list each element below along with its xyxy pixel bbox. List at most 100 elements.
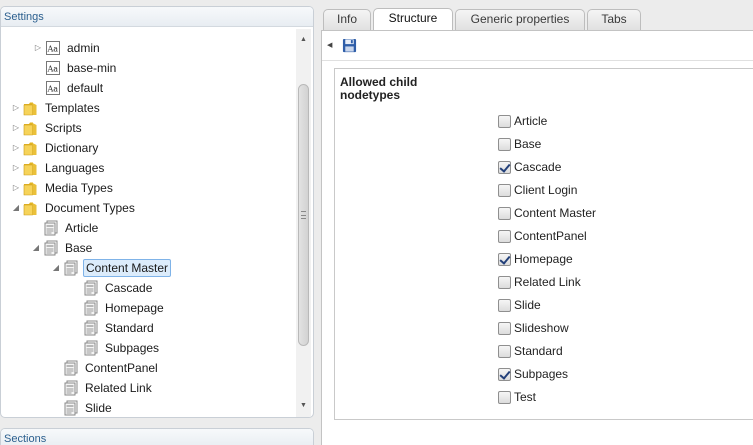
- tree-item-label[interactable]: Slide: [83, 398, 114, 417]
- nodetype-option-label[interactable]: Article: [514, 114, 547, 128]
- expanded-arrow-icon[interactable]: ◢: [11, 203, 21, 213]
- tree-scrollbar[interactable]: ▲ ▼: [296, 29, 311, 417]
- checkbox[interactable]: [498, 229, 511, 243]
- checkbox[interactable]: [498, 137, 511, 151]
- checkbox[interactable]: [498, 298, 511, 312]
- tree-item[interactable]: ▷ Dictionary: [11, 138, 100, 158]
- expand-arrow-icon[interactable]: ▷: [11, 143, 21, 153]
- nodetype-option[interactable]: Standard: [498, 342, 563, 360]
- nodetype-option-label[interactable]: Base: [514, 137, 541, 151]
- tab-info[interactable]: Info: [323, 9, 371, 30]
- tree-item-label[interactable]: Related Link: [83, 378, 154, 398]
- nodetype-option-label[interactable]: Homepage: [514, 252, 573, 266]
- scroll-down-icon[interactable]: ▼: [296, 399, 311, 413]
- save-icon[interactable]: [342, 38, 357, 53]
- nodetype-option-label[interactable]: Test: [514, 390, 536, 404]
- checkbox[interactable]: [498, 275, 511, 289]
- tree-item[interactable]: ◢ Base: [31, 238, 94, 258]
- nodetype-option-label[interactable]: Slide: [514, 298, 541, 312]
- tree-item[interactable]: Aa base-min: [33, 58, 118, 78]
- tree-item[interactable]: Cascade: [71, 278, 154, 298]
- nodetype-option-label[interactable]: Client Login: [514, 183, 577, 197]
- expand-arrow-icon[interactable]: ▷: [33, 43, 43, 53]
- expand-arrow-icon[interactable]: ▷: [11, 103, 21, 113]
- nodetype-option[interactable]: Cascade: [498, 158, 561, 176]
- nodetype-option[interactable]: ContentPanel: [498, 227, 587, 245]
- tree-item-label[interactable]: ContentPanel: [83, 358, 160, 378]
- tree-item[interactable]: ▷ Aa admin: [33, 38, 102, 58]
- tree-item-label[interactable]: Article: [63, 218, 100, 238]
- stylesheet-icon: Aa: [45, 40, 61, 56]
- checkbox[interactable]: [498, 114, 511, 128]
- tab-tabs[interactable]: Tabs: [587, 9, 641, 30]
- nodetype-option[interactable]: Client Login: [498, 181, 577, 199]
- tree-item-label[interactable]: Languages: [43, 158, 106, 178]
- expand-arrow-icon[interactable]: ▷: [11, 123, 21, 133]
- nodetype-option-label[interactable]: Cascade: [514, 160, 561, 174]
- checkbox[interactable]: [498, 183, 511, 197]
- checkbox[interactable]: [498, 344, 511, 358]
- tree-item[interactable]: ContentPanel: [51, 358, 160, 378]
- nodetype-option[interactable]: Base: [498, 135, 541, 153]
- tree-item-label[interactable]: Scripts: [43, 118, 84, 138]
- tree-item-label[interactable]: Base: [63, 238, 94, 258]
- nodetype-option-label[interactable]: Subpages: [514, 367, 568, 381]
- nodetype-option[interactable]: Content Master: [498, 204, 596, 222]
- nodetype-option-label[interactable]: Content Master: [514, 206, 596, 220]
- tree-item-label[interactable]: base-min: [65, 58, 118, 78]
- sections-panel: Sections: [0, 428, 314, 445]
- nodetype-option[interactable]: Homepage: [498, 250, 573, 268]
- tree-item[interactable]: Aa default: [33, 78, 105, 98]
- tree-item[interactable]: ▷ Scripts: [11, 118, 84, 138]
- expanded-arrow-icon[interactable]: ◢: [51, 263, 61, 273]
- tree-item[interactable]: ▷ Media Types: [11, 178, 115, 198]
- sections-header[interactable]: Sections: [1, 429, 313, 445]
- nodetype-option[interactable]: Related Link: [498, 273, 581, 291]
- expanded-arrow-icon[interactable]: ◢: [31, 243, 41, 253]
- checkbox[interactable]: [498, 206, 511, 220]
- tree-item-label[interactable]: Cascade: [103, 278, 154, 298]
- scroll-thumb[interactable]: [298, 84, 309, 346]
- expand-arrow-icon[interactable]: ▷: [11, 183, 21, 193]
- tree-item[interactable]: Subpages: [71, 338, 161, 358]
- nodetype-option-label[interactable]: ContentPanel: [514, 229, 587, 243]
- nodetype-option-label[interactable]: Slideshow: [514, 321, 569, 335]
- allowed-child-nodetypes-label: Allowed child nodetypes: [340, 75, 418, 102]
- tree-item-label[interactable]: default: [65, 78, 105, 98]
- tree-item-label[interactable]: Subpages: [103, 338, 161, 358]
- tree-item[interactable]: Homepage: [71, 298, 166, 318]
- tree-item-label[interactable]: Document Types: [43, 198, 137, 218]
- expand-arrow-icon[interactable]: ▷: [11, 163, 21, 173]
- tree-item-label[interactable]: Media Types: [43, 178, 115, 198]
- checked-checkbox[interactable]: [498, 160, 511, 174]
- tree-item[interactable]: Related Link: [51, 378, 154, 398]
- scroll-up-icon[interactable]: ▲: [296, 33, 311, 47]
- tree-item[interactable]: ▷ Languages: [11, 158, 106, 178]
- tree-item-label[interactable]: Dictionary: [43, 138, 100, 158]
- checkbox[interactable]: [498, 390, 511, 404]
- checkbox[interactable]: [498, 321, 511, 335]
- tree-item[interactable]: ◢ Document Types: [11, 198, 137, 218]
- tree-item[interactable]: ▷ Templates: [11, 98, 102, 118]
- tab-generic-properties[interactable]: Generic properties: [455, 9, 585, 30]
- tree-item[interactable]: Slide: [51, 398, 114, 417]
- tree-item-label[interactable]: Templates: [43, 98, 102, 118]
- tree-item-label[interactable]: Standard: [103, 318, 156, 338]
- tree-item[interactable]: Article: [31, 218, 100, 238]
- tree-item[interactable]: ◢ Content Master: [51, 258, 172, 278]
- checked-checkbox[interactable]: [498, 367, 511, 381]
- nodetype-option[interactable]: Slideshow: [498, 319, 569, 337]
- tree-item-label[interactable]: admin: [65, 38, 102, 58]
- nodetype-option[interactable]: Article: [498, 112, 547, 130]
- nodetype-option[interactable]: Subpages: [498, 365, 568, 383]
- tree-item-label[interactable]: Homepage: [103, 298, 166, 318]
- tab-structure[interactable]: Structure: [373, 8, 453, 31]
- collapse-arrow-icon[interactable]: ◀: [327, 41, 332, 49]
- checked-checkbox[interactable]: [498, 252, 511, 266]
- nodetype-option-label[interactable]: Related Link: [514, 275, 581, 289]
- tree-item[interactable]: Standard: [71, 318, 156, 338]
- nodetype-option-label[interactable]: Standard: [514, 344, 563, 358]
- nodetype-option[interactable]: Test: [498, 388, 536, 406]
- tree-item-label[interactable]: Content Master: [83, 259, 172, 277]
- nodetype-option[interactable]: Slide: [498, 296, 541, 314]
